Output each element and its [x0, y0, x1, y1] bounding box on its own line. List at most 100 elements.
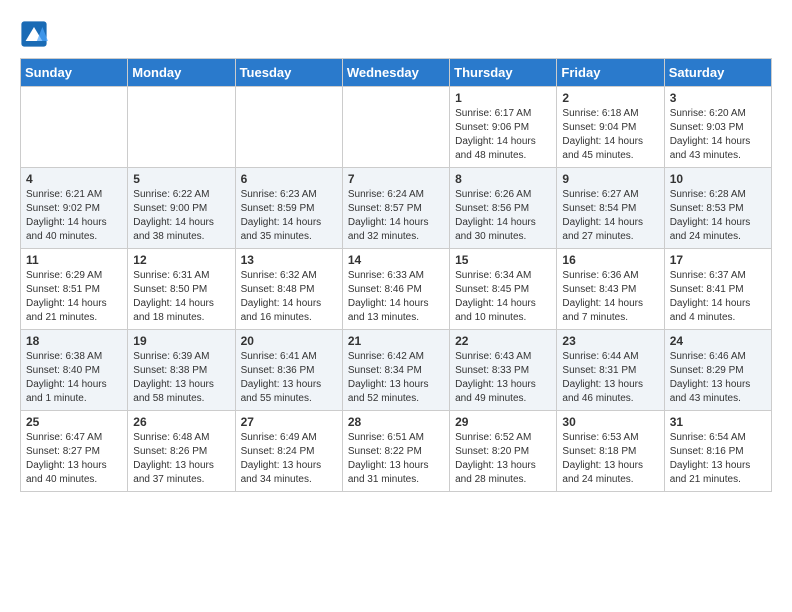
day-info: Sunrise: 6:54 AM Sunset: 8:16 PM Dayligh… [670, 431, 766, 487]
day-number: 3 [670, 91, 766, 105]
day-info: Sunrise: 6:51 AM Sunset: 8:22 PM Dayligh… [348, 431, 444, 487]
calendar-cell: 24 Sunrise: 6:46 AM Sunset: 8:29 PM Dayli… [664, 330, 771, 411]
day-header-saturday: Saturday [664, 59, 771, 87]
calendar-cell: 2 Sunrise: 6:18 AM Sunset: 9:04 PM Daylig… [557, 87, 664, 168]
day-info: Sunrise: 6:27 AM Sunset: 8:54 PM Dayligh… [562, 188, 658, 244]
calendar-cell: 18 Sunrise: 6:38 AM Sunset: 8:40 PM Dayli… [21, 330, 128, 411]
calendar-cell: 15 Sunrise: 6:34 AM Sunset: 8:45 PM Dayli… [450, 249, 557, 330]
day-number: 7 [348, 172, 444, 186]
calendar-table: SundayMondayTuesdayWednesdayThursdayFrid… [20, 58, 772, 492]
calendar-cell [21, 87, 128, 168]
day-number: 11 [26, 253, 122, 267]
logo-icon [20, 20, 48, 48]
day-info: Sunrise: 6:52 AM Sunset: 8:20 PM Dayligh… [455, 431, 551, 487]
day-number: 23 [562, 334, 658, 348]
day-number: 17 [670, 253, 766, 267]
day-info: Sunrise: 6:21 AM Sunset: 9:02 PM Dayligh… [26, 188, 122, 244]
day-number: 26 [133, 415, 229, 429]
day-number: 21 [348, 334, 444, 348]
calendar-cell: 9Sunrise: 6:27 AM Sunset: 8:54 PM Daylig… [557, 168, 664, 249]
calendar-cell: 27 Sunrise: 6:49 AM Sunset: 8:24 PM Dayli… [235, 411, 342, 492]
calendar-header: SundayMondayTuesdayWednesdayThursdayFrid… [21, 59, 772, 87]
day-number: 15 [455, 253, 551, 267]
day-number: 28 [348, 415, 444, 429]
calendar-cell: 30 Sunrise: 6:53 AM Sunset: 8:18 PM Dayli… [557, 411, 664, 492]
day-number: 20 [241, 334, 337, 348]
day-info: Sunrise: 6:29 AM Sunset: 8:51 PM Dayligh… [26, 269, 122, 325]
calendar-cell: 12 Sunrise: 6:31 AM Sunset: 8:50 PM Dayli… [128, 249, 235, 330]
day-number: 2 [562, 91, 658, 105]
day-number: 24 [670, 334, 766, 348]
calendar-cell: 17Sunrise: 6:37 AM Sunset: 8:41 PM Dayli… [664, 249, 771, 330]
day-number: 14 [348, 253, 444, 267]
day-number: 30 [562, 415, 658, 429]
calendar-cell: 21 Sunrise: 6:42 AM Sunset: 8:34 PM Dayli… [342, 330, 449, 411]
calendar-cell: 7 Sunrise: 6:24 AM Sunset: 8:57 PM Daylig… [342, 168, 449, 249]
day-info: Sunrise: 6:28 AM Sunset: 8:53 PM Dayligh… [670, 188, 766, 244]
day-info: Sunrise: 6:36 AM Sunset: 8:43 PM Dayligh… [562, 269, 658, 325]
day-info: Sunrise: 6:39 AM Sunset: 8:38 PM Dayligh… [133, 350, 229, 406]
calendar-week-2: 4 Sunrise: 6:21 AM Sunset: 9:02 PM Daylig… [21, 168, 772, 249]
day-info: Sunrise: 6:24 AM Sunset: 8:57 PM Dayligh… [348, 188, 444, 244]
day-info: Sunrise: 6:46 AM Sunset: 8:29 PM Dayligh… [670, 350, 766, 406]
day-number: 13 [241, 253, 337, 267]
calendar-cell: 23Sunrise: 6:44 AM Sunset: 8:31 PM Dayli… [557, 330, 664, 411]
day-number: 8 [455, 172, 551, 186]
calendar-week-4: 18 Sunrise: 6:38 AM Sunset: 8:40 PM Dayli… [21, 330, 772, 411]
day-info: Sunrise: 6:31 AM Sunset: 8:50 PM Dayligh… [133, 269, 229, 325]
day-number: 19 [133, 334, 229, 348]
logo [20, 20, 50, 48]
calendar-body: 1 Sunrise: 6:17 AM Sunset: 9:06 PM Daylig… [21, 87, 772, 492]
day-info: Sunrise: 6:34 AM Sunset: 8:45 PM Dayligh… [455, 269, 551, 325]
day-number: 12 [133, 253, 229, 267]
calendar-cell: 25Sunrise: 6:47 AM Sunset: 8:27 PM Dayli… [21, 411, 128, 492]
day-info: Sunrise: 6:17 AM Sunset: 9:06 PM Dayligh… [455, 107, 551, 163]
day-number: 29 [455, 415, 551, 429]
calendar-cell: 26 Sunrise: 6:48 AM Sunset: 8:26 PM Dayli… [128, 411, 235, 492]
day-header-monday: Monday [128, 59, 235, 87]
calendar-cell [235, 87, 342, 168]
day-info: Sunrise: 6:48 AM Sunset: 8:26 PM Dayligh… [133, 431, 229, 487]
calendar-cell: 8 Sunrise: 6:26 AM Sunset: 8:56 PM Daylig… [450, 168, 557, 249]
day-number: 6 [241, 172, 337, 186]
day-info: Sunrise: 6:22 AM Sunset: 9:00 PM Dayligh… [133, 188, 229, 244]
day-info: Sunrise: 6:26 AM Sunset: 8:56 PM Dayligh… [455, 188, 551, 244]
day-header-thursday: Thursday [450, 59, 557, 87]
day-number: 22 [455, 334, 551, 348]
calendar-cell: 11 Sunrise: 6:29 AM Sunset: 8:51 PM Dayli… [21, 249, 128, 330]
calendar-cell: 3 Sunrise: 6:20 AM Sunset: 9:03 PM Daylig… [664, 87, 771, 168]
day-number: 4 [26, 172, 122, 186]
day-info: Sunrise: 6:33 AM Sunset: 8:46 PM Dayligh… [348, 269, 444, 325]
day-number: 27 [241, 415, 337, 429]
day-info: Sunrise: 6:43 AM Sunset: 8:33 PM Dayligh… [455, 350, 551, 406]
calendar-cell [128, 87, 235, 168]
day-number: 1 [455, 91, 551, 105]
day-header-sunday: Sunday [21, 59, 128, 87]
calendar-cell: 13Sunrise: 6:32 AM Sunset: 8:48 PM Dayli… [235, 249, 342, 330]
calendar-cell: 16Sunrise: 6:36 AM Sunset: 8:43 PM Dayli… [557, 249, 664, 330]
calendar-cell: 28 Sunrise: 6:51 AM Sunset: 8:22 PM Dayli… [342, 411, 449, 492]
day-number: 31 [670, 415, 766, 429]
day-info: Sunrise: 6:18 AM Sunset: 9:04 PM Dayligh… [562, 107, 658, 163]
day-number: 18 [26, 334, 122, 348]
day-info: Sunrise: 6:41 AM Sunset: 8:36 PM Dayligh… [241, 350, 337, 406]
day-info: Sunrise: 6:38 AM Sunset: 8:40 PM Dayligh… [26, 350, 122, 406]
calendar-cell: 20 Sunrise: 6:41 AM Sunset: 8:36 PM Dayli… [235, 330, 342, 411]
calendar-cell: 14 Sunrise: 6:33 AM Sunset: 8:46 PM Dayli… [342, 249, 449, 330]
calendar-cell: 31 Sunrise: 6:54 AM Sunset: 8:16 PM Dayli… [664, 411, 771, 492]
calendar-cell [342, 87, 449, 168]
calendar-cell: 29 Sunrise: 6:52 AM Sunset: 8:20 PM Dayli… [450, 411, 557, 492]
day-info: Sunrise: 6:53 AM Sunset: 8:18 PM Dayligh… [562, 431, 658, 487]
day-header-wednesday: Wednesday [342, 59, 449, 87]
header-row: SundayMondayTuesdayWednesdayThursdayFrid… [21, 59, 772, 87]
day-info: Sunrise: 6:42 AM Sunset: 8:34 PM Dayligh… [348, 350, 444, 406]
page-header [20, 20, 772, 48]
day-info: Sunrise: 6:47 AM Sunset: 8:27 PM Dayligh… [26, 431, 122, 487]
day-info: Sunrise: 6:23 AM Sunset: 8:59 PM Dayligh… [241, 188, 337, 244]
calendar-week-3: 11 Sunrise: 6:29 AM Sunset: 8:51 PM Dayli… [21, 249, 772, 330]
calendar-cell: 22 Sunrise: 6:43 AM Sunset: 8:33 PM Dayli… [450, 330, 557, 411]
day-number: 5 [133, 172, 229, 186]
day-info: Sunrise: 6:20 AM Sunset: 9:03 PM Dayligh… [670, 107, 766, 163]
day-info: Sunrise: 6:49 AM Sunset: 8:24 PM Dayligh… [241, 431, 337, 487]
calendar-cell: 1 Sunrise: 6:17 AM Sunset: 9:06 PM Daylig… [450, 87, 557, 168]
